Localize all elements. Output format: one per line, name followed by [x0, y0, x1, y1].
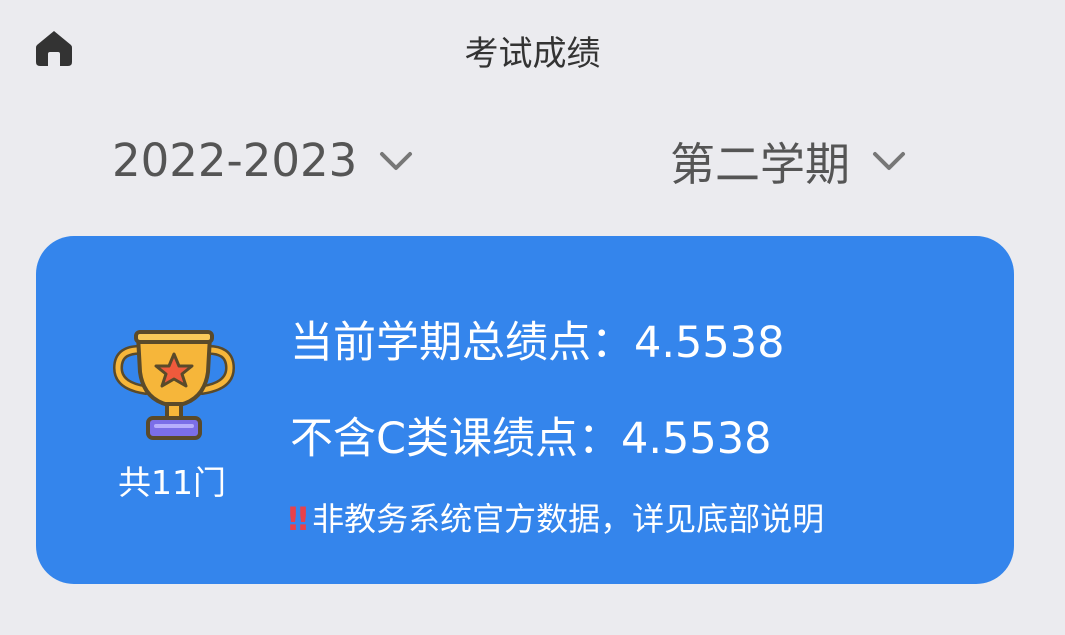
year-selector[interactable]: 2022-2023: [112, 132, 413, 188]
exam-scores-page: 考试成绩 2022-2023 第二学期 共11门 当前学期总绩点：4.5538 …: [0, 0, 1065, 635]
semester-value: 第二学期: [670, 137, 851, 191]
trophy-icon: [112, 330, 236, 440]
no-c-course-gpa: 不含C类课绩点：4.5538: [290, 404, 772, 466]
gpa-summary-card: 共11门 当前学期总绩点：4.5538 不含C类课绩点：4.5538 ‼ 非教务系…: [36, 236, 1014, 584]
semester-selector[interactable]: 第二学期: [670, 132, 906, 191]
warning-icon: ‼: [288, 500, 309, 538]
chevron-down-icon: [380, 152, 413, 170]
page-title: 考试成绩: [464, 34, 601, 74]
no-c-gpa-label: 不含C类课绩点：: [290, 414, 622, 464]
total-gpa-label: 当前学期总绩点：: [290, 318, 634, 368]
data-disclaimer: ‼ 非教务系统官方数据，详见底部说明: [288, 494, 824, 540]
disclaimer-text: 非教务系统官方数据，详见底部说明: [312, 500, 825, 538]
course-count: 共11门: [118, 463, 226, 502]
chevron-down-icon: [873, 152, 906, 170]
year-value: 2022-2023: [112, 133, 358, 187]
total-gpa-value: 4.5538: [634, 318, 785, 368]
total-gpa: 当前学期总绩点：4.5538: [290, 308, 784, 370]
no-c-gpa-value: 4.5538: [621, 414, 772, 464]
